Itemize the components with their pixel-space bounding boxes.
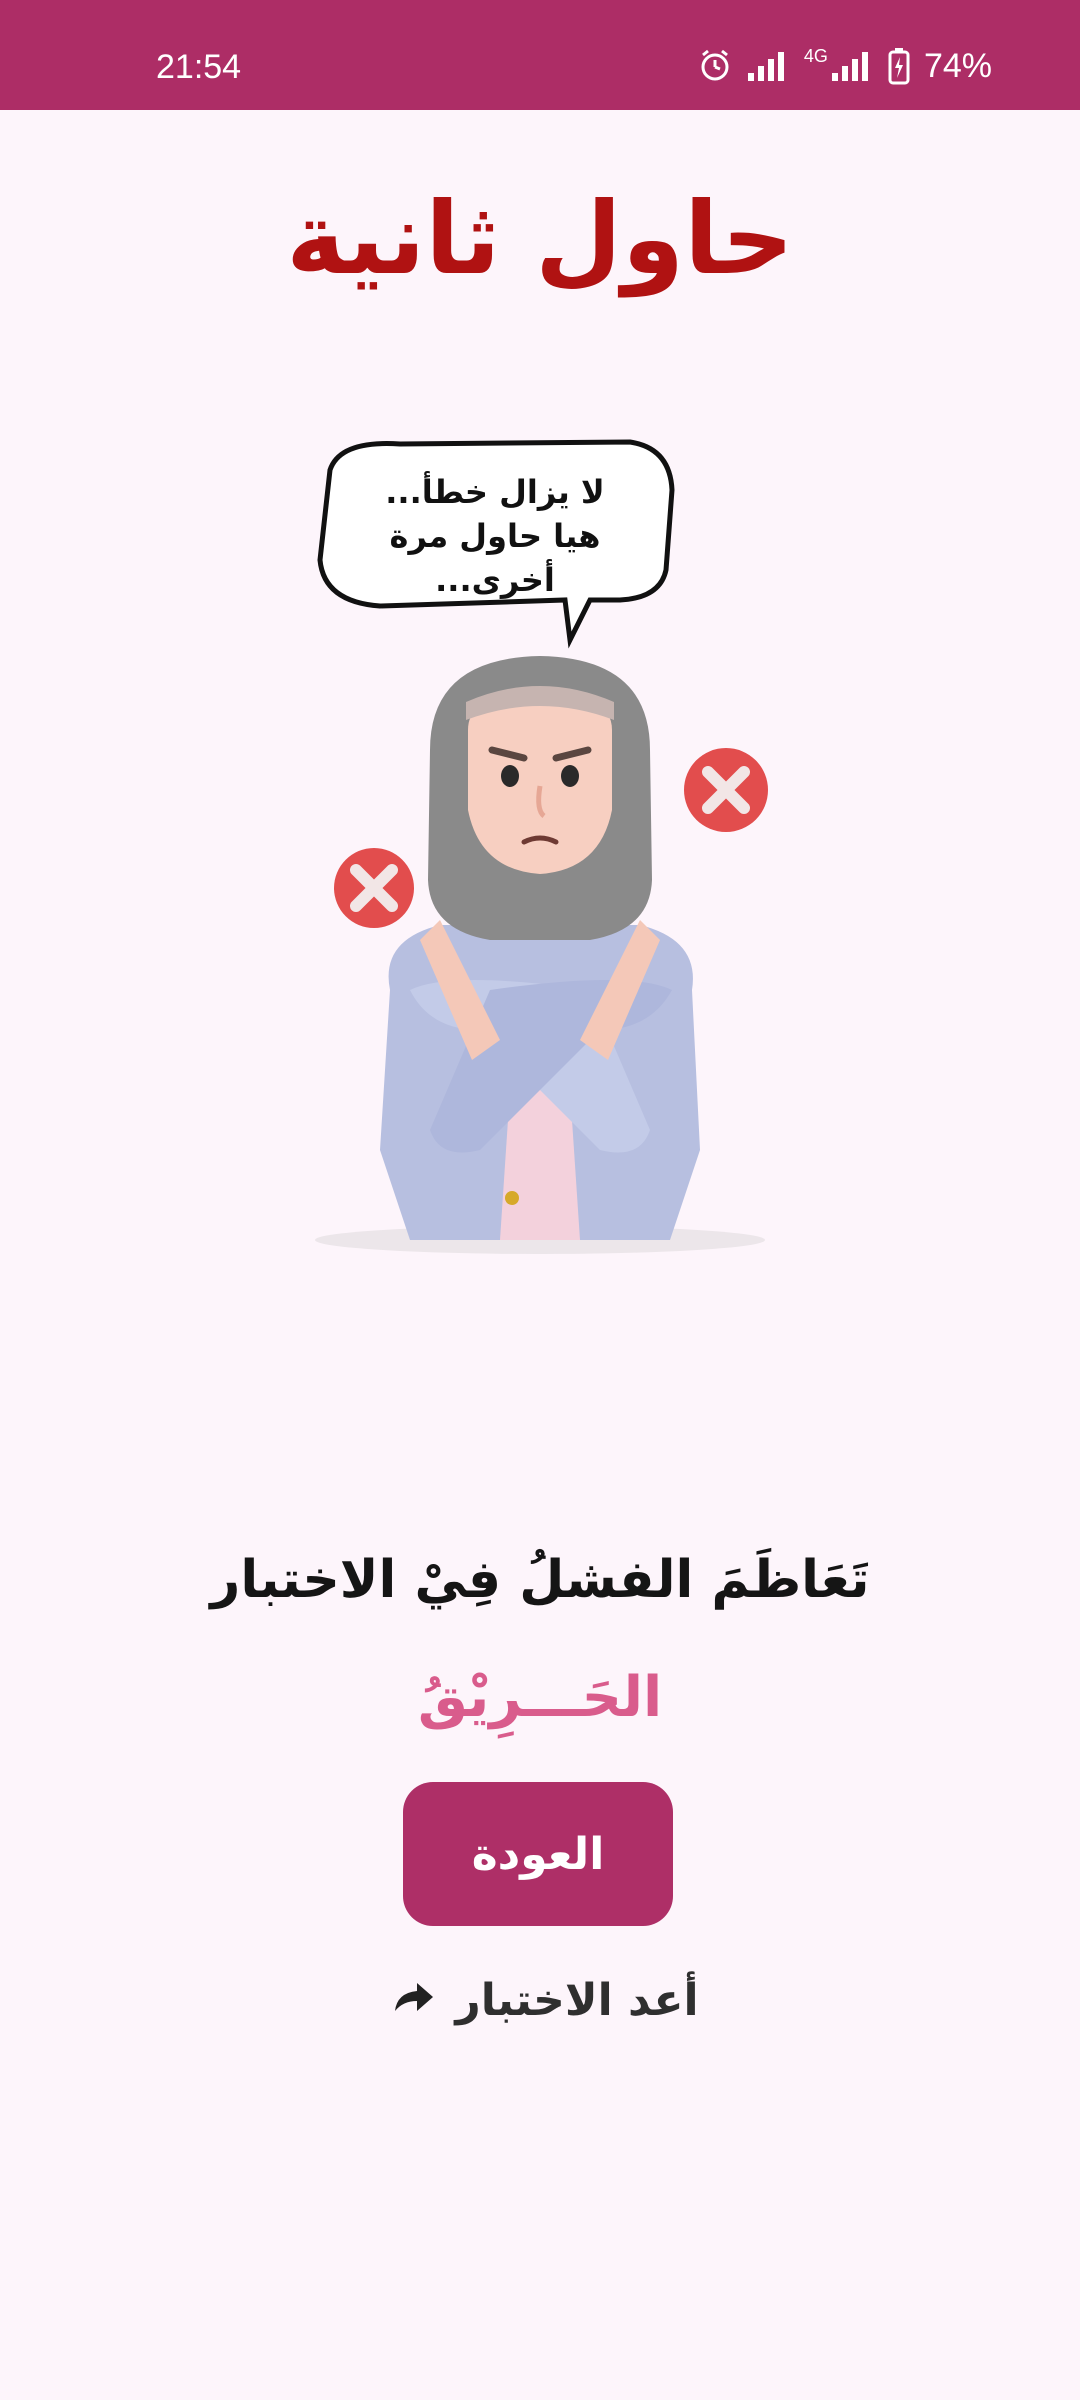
signal-icon xyxy=(746,49,790,83)
alarm-icon xyxy=(698,49,732,83)
result-message: تَعَاظَمَ الفشلُ فِيْ الاختبار xyxy=(210,1550,870,1610)
speech-bubble-text: لا يزال خطأ... هيا حاول مرة أخرى... xyxy=(385,473,605,599)
retry-quiz-link[interactable]: أعد الاختبار xyxy=(385,1965,705,2035)
result-label: الحَـــرِيْقُ xyxy=(417,1665,663,1730)
back-button[interactable]: العودة xyxy=(403,1782,673,1926)
battery-charging-icon xyxy=(888,47,910,85)
left-x-badge-icon xyxy=(334,848,414,928)
status-time: 21:54 xyxy=(156,48,242,86)
page-title: حاول ثانية xyxy=(286,180,794,297)
network-4g-icon: 4G xyxy=(803,45,874,83)
battery-percent: 74% xyxy=(923,46,992,85)
network-label: 4G xyxy=(803,45,828,66)
retry-label: أعد الاختبار xyxy=(455,1974,699,2026)
right-x-badge-icon xyxy=(684,748,768,832)
status-bar: 21:54 4G 74% xyxy=(0,0,1080,110)
status-icons: 4G 74% xyxy=(698,44,992,88)
share-arrow-icon xyxy=(391,1975,435,2026)
